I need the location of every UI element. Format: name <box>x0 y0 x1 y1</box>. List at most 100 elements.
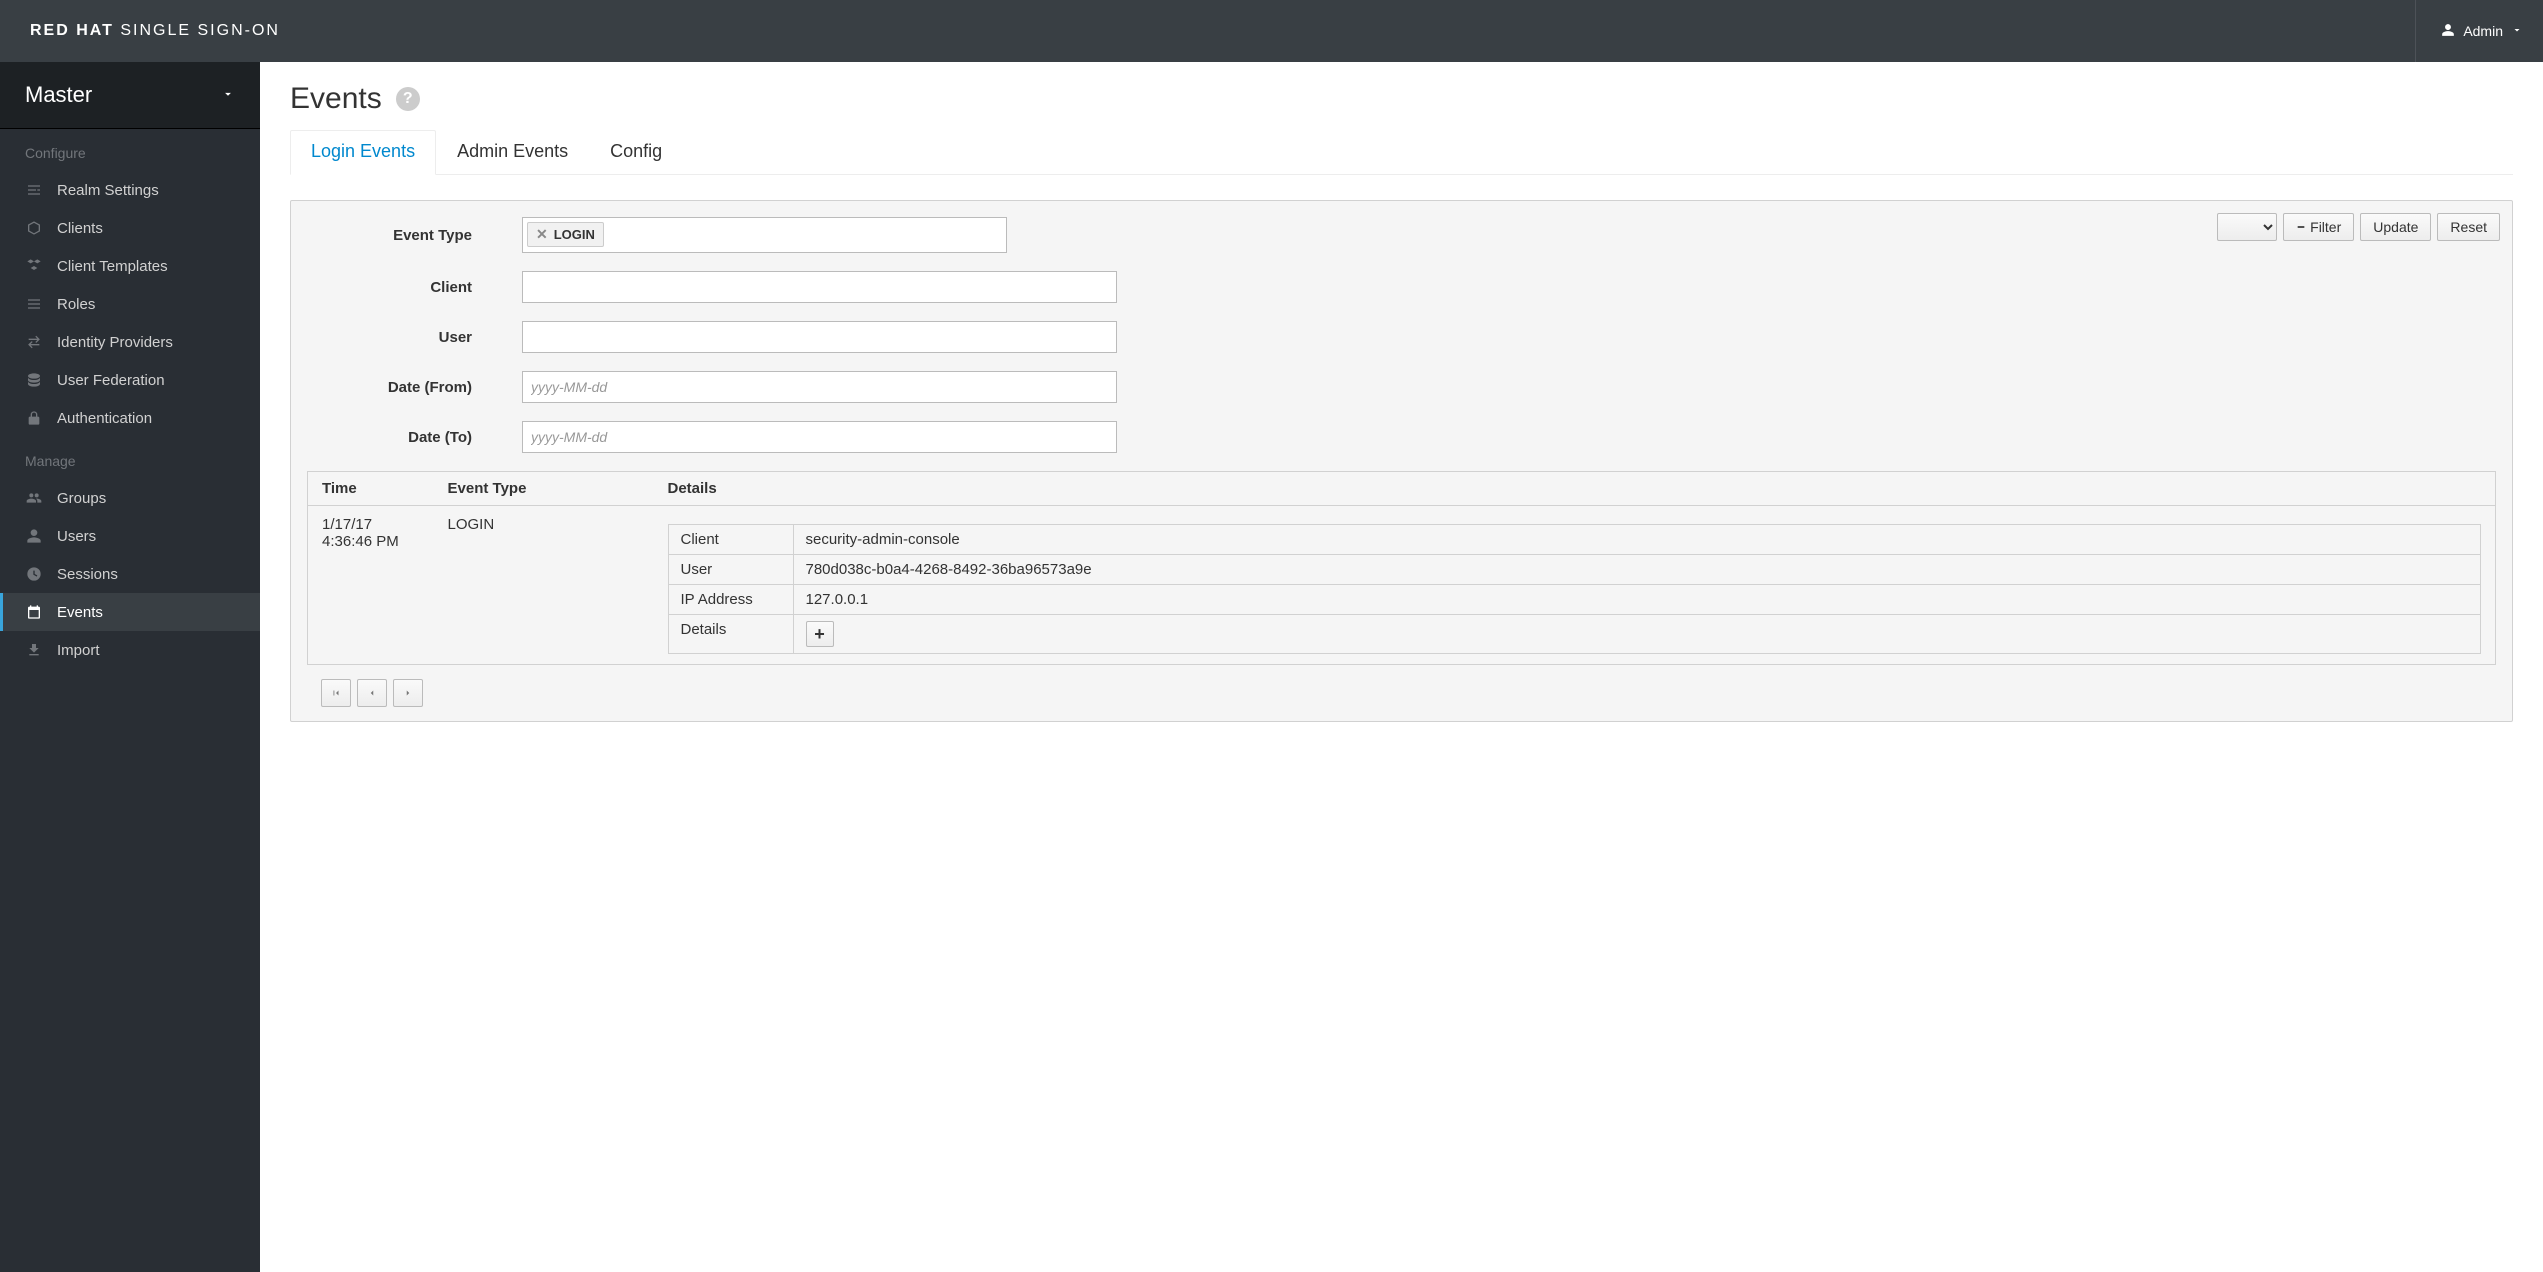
sidebar-item-realm-settings[interactable]: Realm Settings <box>0 171 260 209</box>
cell-time-date: 1/17/17 <box>322 516 420 533</box>
user-icon <box>2441 23 2455 40</box>
th-time: Time <box>308 472 434 506</box>
details-value-user: 780d038c-b0a4-4268-8492-36ba96573a9e <box>793 555 2481 585</box>
page-prev-button[interactable] <box>357 679 387 707</box>
sidebar-item-user-federation[interactable]: User Federation <box>0 361 260 399</box>
details-key-details: Details <box>668 615 793 654</box>
sidebar-item-label: Sessions <box>57 566 118 583</box>
filter-button-label: Filter <box>2310 219 2341 235</box>
sidebar-item-label: Import <box>57 642 100 659</box>
details-key-user: User <box>668 555 793 585</box>
sidebar-section-configure: Configure <box>0 129 260 171</box>
label-user: User <box>307 329 522 346</box>
tab-config[interactable]: Config <box>589 130 683 174</box>
page-title: Events <box>290 82 382 116</box>
cell-time-time: 4:36:46 PM <box>322 533 420 550</box>
sidebar-item-label: Roles <box>57 296 95 313</box>
calendar-icon <box>25 603 43 621</box>
date-from-input[interactable] <box>522 371 1117 403</box>
brand-light: SINGLE SIGN-ON <box>120 22 280 39</box>
tab-admin-events[interactable]: Admin Events <box>436 130 589 174</box>
tab-login-events[interactable]: Login Events <box>290 130 436 175</box>
event-type-token: ✕ LOGIN <box>527 222 604 247</box>
cell-time: 1/17/17 4:36:46 PM <box>308 506 434 665</box>
realm-selector[interactable]: Master <box>0 62 260 129</box>
sidebar-item-client-templates[interactable]: Client Templates <box>0 247 260 285</box>
database-icon <box>25 371 43 389</box>
sidebar-item-users[interactable]: Users <box>0 517 260 555</box>
collapse-filter-button[interactable]: Filter <box>2283 213 2354 241</box>
label-event-type: Event Type <box>307 227 522 244</box>
sidebar-item-label: Authentication <box>57 410 152 427</box>
label-date-from: Date (From) <box>307 379 522 396</box>
user-menu[interactable]: Admin <box>2415 0 2523 62</box>
minus-icon <box>2296 219 2306 235</box>
sidebar-item-label: Realm Settings <box>57 182 159 199</box>
page-next-button[interactable] <box>393 679 423 707</box>
reset-button[interactable]: Reset <box>2437 213 2500 241</box>
sidebar-item-label: User Federation <box>57 372 165 389</box>
sidebar-item-sessions[interactable]: Sessions <box>0 555 260 593</box>
realm-name: Master <box>25 82 92 108</box>
remove-token-icon[interactable]: ✕ <box>536 226 548 243</box>
filter-actions: Filter Update Reset <box>2217 213 2500 241</box>
cube-icon <box>25 219 43 237</box>
th-details: Details <box>654 472 2496 506</box>
details-value-client: security-admin-console <box>793 525 2481 555</box>
sidebar: Master Configure Realm Settings Clients … <box>0 62 260 1272</box>
main-content: Events ? Login Events Admin Events Confi… <box>260 62 2543 1272</box>
user-label: Admin <box>2463 23 2503 39</box>
details-key-ip: IP Address <box>668 585 793 615</box>
sidebar-item-roles[interactable]: Roles <box>0 285 260 323</box>
sidebar-section-manage: Manage <box>0 437 260 479</box>
page-size-select[interactable] <box>2217 213 2277 241</box>
details-key-client: Client <box>668 525 793 555</box>
update-button[interactable]: Update <box>2360 213 2431 241</box>
sidebar-item-import[interactable]: Import <box>0 631 260 669</box>
page-title-row: Events ? <box>290 82 2513 116</box>
import-icon <box>25 641 43 659</box>
cell-details: Client security-admin-console User 780d0… <box>654 506 2496 665</box>
filter-panel: Filter Update Reset Event Type ✕ LOGIN C… <box>290 200 2513 722</box>
expand-details-button[interactable]: + <box>806 621 834 647</box>
page-first-button[interactable] <box>321 679 351 707</box>
clock-icon <box>25 565 43 583</box>
exchange-icon <box>25 333 43 351</box>
help-icon[interactable]: ? <box>396 87 420 111</box>
sidebar-item-groups[interactable]: Groups <box>0 479 260 517</box>
group-icon <box>25 489 43 507</box>
event-type-input[interactable]: ✕ LOGIN <box>522 217 1007 253</box>
sidebar-item-label: Events <box>57 604 103 621</box>
details-value-expand: + <box>793 615 2481 654</box>
pagination <box>321 679 2496 707</box>
cubes-icon <box>25 257 43 275</box>
chevron-down-icon <box>221 87 235 104</box>
sidebar-item-events[interactable]: Events <box>0 593 260 631</box>
sliders-icon <box>25 181 43 199</box>
chevron-down-icon <box>2511 23 2523 39</box>
date-to-input[interactable] <box>522 421 1117 453</box>
details-table: Client security-admin-console User 780d0… <box>668 524 2482 654</box>
sidebar-item-clients[interactable]: Clients <box>0 209 260 247</box>
table-row: 1/17/17 4:36:46 PM LOGIN Client security… <box>308 506 2496 665</box>
token-label: LOGIN <box>554 227 595 242</box>
sidebar-item-label: Groups <box>57 490 106 507</box>
label-date-to: Date (To) <box>307 429 522 446</box>
brand-logo: RED HAT SINGLE SIGN-ON <box>30 22 280 40</box>
label-client: Client <box>307 279 522 296</box>
sidebar-item-label: Users <box>57 528 96 545</box>
details-value-ip: 127.0.0.1 <box>793 585 2481 615</box>
sidebar-item-authentication[interactable]: Authentication <box>0 399 260 437</box>
tabs: Login Events Admin Events Config <box>290 130 2513 175</box>
list-icon <box>25 295 43 313</box>
th-event-type: Event Type <box>434 472 654 506</box>
client-input[interactable] <box>522 271 1117 303</box>
brand-strong: RED HAT <box>30 22 114 39</box>
user-icon <box>25 527 43 545</box>
events-table: Time Event Type Details 1/17/17 4:36:46 … <box>307 471 2496 665</box>
sidebar-item-label: Clients <box>57 220 103 237</box>
user-input[interactable] <box>522 321 1117 353</box>
lock-icon <box>25 409 43 427</box>
sidebar-item-label: Identity Providers <box>57 334 173 351</box>
sidebar-item-identity-providers[interactable]: Identity Providers <box>0 323 260 361</box>
